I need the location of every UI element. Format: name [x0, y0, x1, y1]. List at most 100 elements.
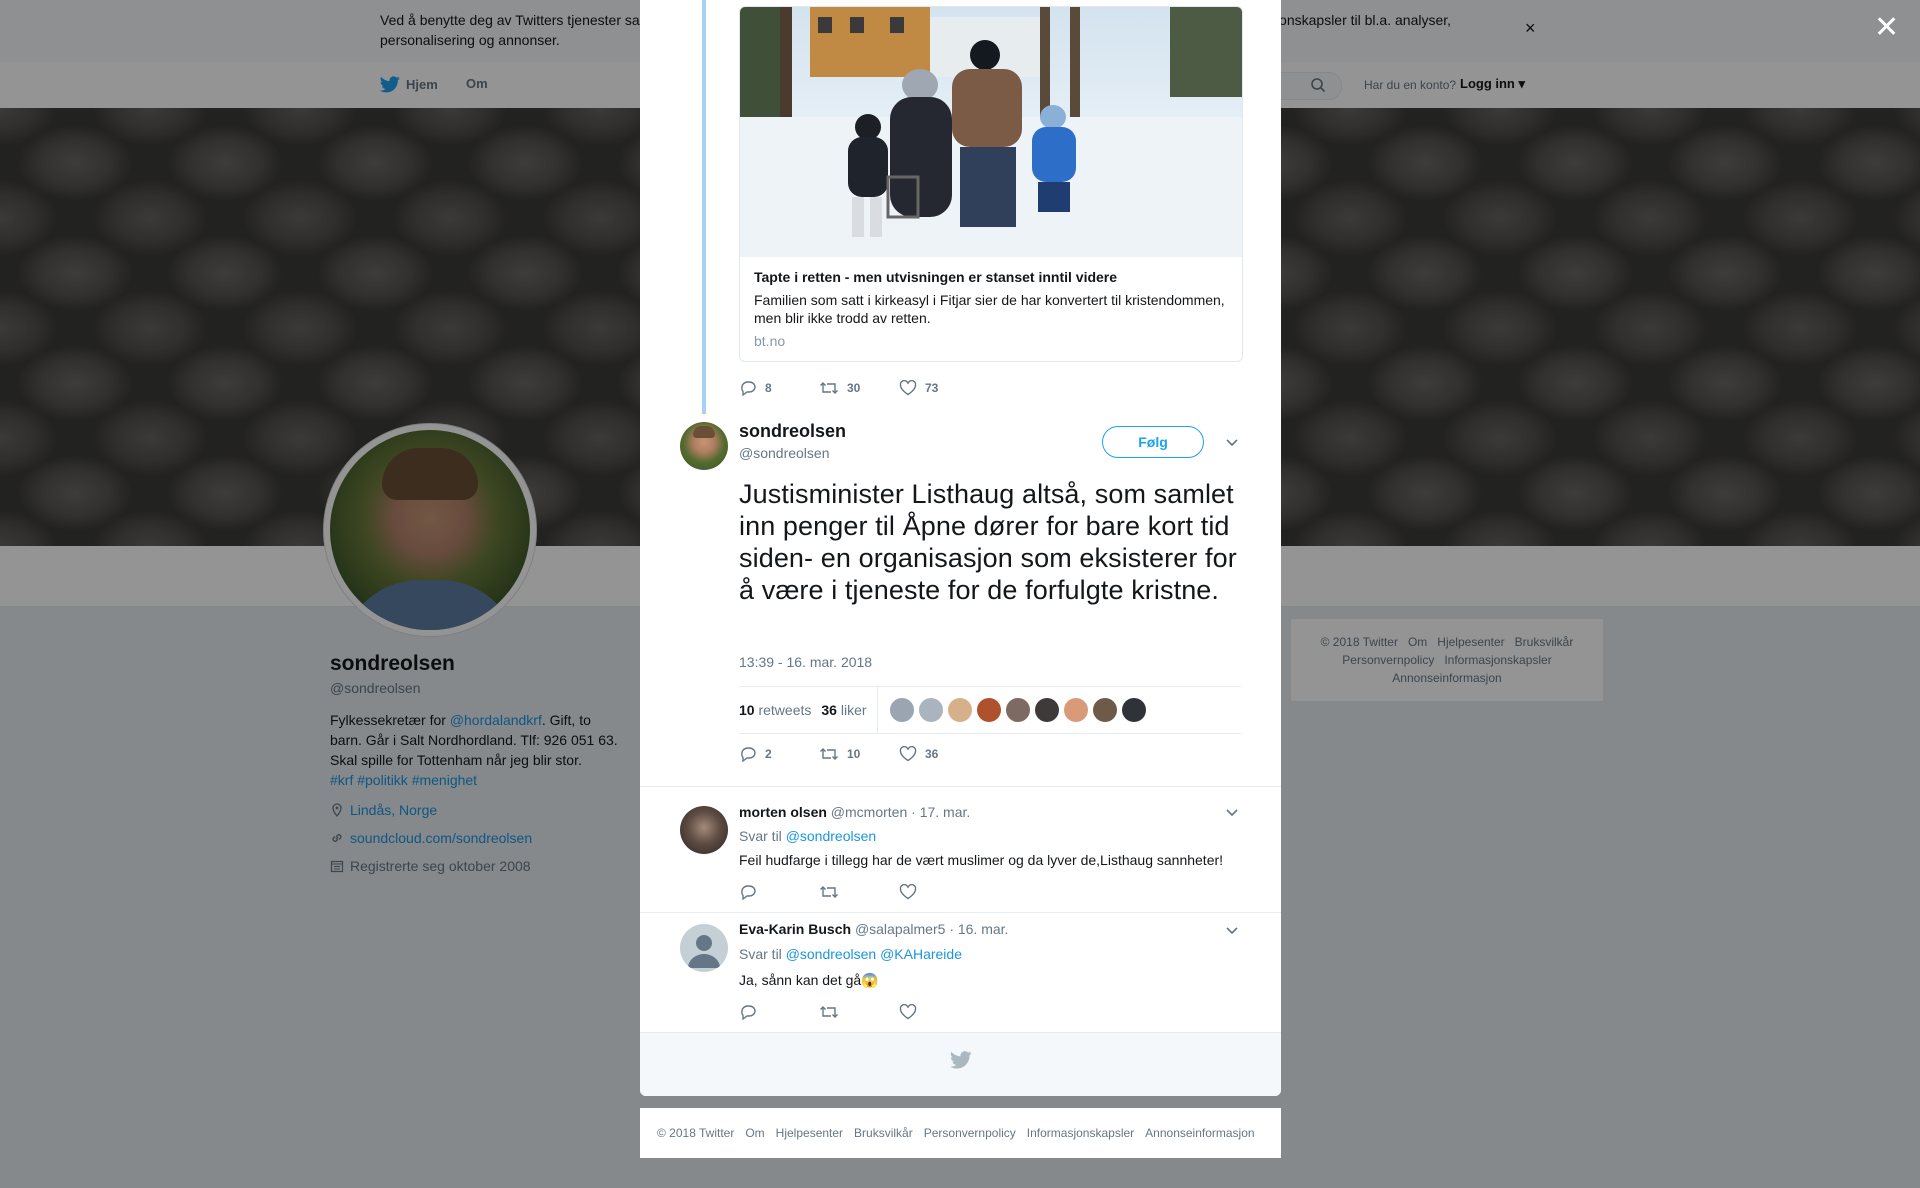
reply-avatar-default[interactable]: [680, 924, 728, 972]
follow-button[interactable]: Følg: [1102, 426, 1204, 458]
footer-link-ads[interactable]: Annonseinformasjon: [1145, 1126, 1254, 1140]
reply-author-handle[interactable]: @mcmorten: [831, 804, 907, 820]
reply-author-handle[interactable]: @salapalmer5: [855, 921, 945, 937]
reply-avatar[interactable]: [680, 806, 728, 854]
main-tweet-timestamp[interactable]: 13:39 - 16. mar. 2018: [739, 654, 872, 670]
retweet-button[interactable]: [819, 1004, 899, 1020]
reply-icon: [741, 885, 756, 900]
reply-to-label: Svar til: [739, 828, 782, 844]
chevron-down-icon[interactable]: [1224, 922, 1240, 938]
reply-icon: [741, 381, 756, 396]
retweet-count: 30: [847, 381, 861, 395]
retweet-button[interactable]: 30: [819, 380, 899, 396]
tweet-modal: Tapte i retten - men utvisningen er stan…: [640, 0, 1281, 1096]
quoted-tweet-actions: 8 30 73: [739, 380, 979, 396]
thread-line: [702, 0, 706, 414]
chevron-down-icon[interactable]: [1224, 434, 1240, 450]
divider: [640, 912, 1281, 913]
footer-link-terms[interactable]: Bruksvilkår: [854, 1126, 913, 1140]
card-host: bt.no: [754, 333, 786, 349]
main-tweet-actions: 2 10 36: [739, 746, 979, 762]
reply-button[interactable]: 8: [739, 380, 819, 396]
liker-avatar[interactable]: [947, 698, 972, 722]
reply-author-name[interactable]: Eva-Karin Busch: [739, 921, 851, 937]
liker-avatar[interactable]: [918, 698, 943, 722]
reply-icon: [741, 1005, 756, 1020]
like-button[interactable]: 73: [899, 380, 979, 396]
like-stat-label: liker: [840, 702, 867, 718]
reply-text: Feil hudfarge i tillegg har de vært musl…: [739, 852, 1224, 868]
retweet-button[interactable]: [819, 884, 899, 900]
card-title: Tapte i retten - men utvisningen er stan…: [754, 269, 1118, 285]
main-tweet-handle[interactable]: @sondreolsen: [739, 445, 830, 461]
reply-actions: [739, 1004, 979, 1020]
twitter-bird-icon: [950, 1051, 972, 1069]
reply-to-link[interactable]: @sondreolsen: [786, 828, 877, 844]
main-tweet-name[interactable]: sondreolsen: [739, 421, 846, 442]
reply-to-link[interactable]: @sondreolsen @KAHareide: [786, 946, 962, 962]
heart-icon: [899, 884, 917, 900]
liker-avatar[interactable]: [1005, 698, 1030, 722]
reply-to: Svar til @sondreolsen @KAHareide: [739, 946, 962, 962]
reply-header: Eva-Karin Busch @salapalmer5 · 16. mar.: [739, 921, 1008, 937]
reply-date[interactable]: · 16. mar.: [949, 921, 1008, 937]
retweet-icon: [820, 382, 838, 394]
heart-icon: [899, 1004, 917, 1020]
like-count: 36: [925, 747, 939, 761]
footer-link-help[interactable]: Hjelpesenter: [776, 1126, 843, 1140]
default-avatar-icon: [688, 935, 720, 968]
retweet-button[interactable]: 10: [819, 746, 899, 762]
tweet-stats: 10 retweets 36 liker: [739, 686, 1241, 734]
reply-header: morten olsen @mcmorten · 17. mar.: [739, 804, 970, 820]
like-button[interactable]: [899, 884, 979, 900]
liker-avatar[interactable]: [976, 698, 1001, 722]
liker-avatar[interactable]: [1092, 698, 1117, 722]
reply-text: Ja, sånn kan det gå😱: [739, 972, 879, 988]
main-tweet-text: Justisminister Listhaug altså, som samle…: [739, 479, 1237, 605]
like-stat[interactable]: 36 liker: [821, 702, 866, 718]
liker-avatar[interactable]: [889, 698, 914, 722]
reply-author-name[interactable]: morten olsen: [739, 804, 827, 820]
reply-to: Svar til @sondreolsen: [739, 828, 876, 844]
link-preview-card[interactable]: Tapte i retten - men utvisningen er stan…: [739, 6, 1243, 362]
heart-icon: [899, 746, 917, 762]
retweet-count: 10: [847, 747, 861, 761]
reply-count: 2: [765, 747, 772, 761]
retweet-stat-count: 10: [739, 702, 755, 718]
stats-divider: [876, 687, 878, 733]
reply-button[interactable]: [739, 1004, 819, 1020]
card-description: Familien som satt i kirkeasyl i Fitjar s…: [754, 292, 1225, 326]
retweet-icon: [820, 1006, 838, 1018]
chevron-down-icon[interactable]: [1224, 804, 1240, 820]
overlay-close-icon[interactable]: ✕: [1874, 10, 1899, 45]
liker-avatar[interactable]: [1063, 698, 1088, 722]
heart-icon: [899, 380, 917, 396]
footer-link-privacy[interactable]: Personvernpolicy: [924, 1126, 1016, 1140]
main-tweet-avatar[interactable]: [680, 422, 728, 470]
like-stat-count: 36: [821, 702, 837, 718]
liker-avatar[interactable]: [1121, 698, 1146, 722]
reply-button[interactable]: 2: [739, 746, 819, 762]
reply-actions: [739, 884, 979, 900]
retweet-icon: [820, 748, 838, 760]
reply-button[interactable]: [739, 884, 819, 900]
reply-to-label: Svar til: [739, 946, 782, 962]
reply-icon: [741, 747, 756, 762]
footer-copyright: © 2018 Twitter: [657, 1126, 735, 1140]
footer-link-cookies[interactable]: Informasjonskapsler: [1027, 1126, 1134, 1140]
like-count: 73: [925, 381, 939, 395]
retweet-stat-label: retweets: [758, 702, 812, 718]
modal-footer: © 2018 Twitter Om Hjelpesenter Bruksvilk…: [640, 1108, 1281, 1158]
reply-count: 8: [765, 381, 772, 395]
family-in-snow-photo: [740, 7, 1242, 257]
modal-bottom-bar: [640, 1032, 1281, 1096]
card-photo: [740, 7, 1242, 257]
like-button[interactable]: 36: [899, 746, 979, 762]
like-button[interactable]: [899, 1004, 979, 1020]
footer-link-about[interactable]: Om: [745, 1126, 764, 1140]
liker-avatar[interactable]: [1034, 698, 1059, 722]
divider: [640, 786, 1281, 787]
reply-date[interactable]: · 17. mar.: [911, 804, 970, 820]
retweet-stat[interactable]: 10 retweets: [739, 702, 811, 718]
retweet-icon: [820, 886, 838, 898]
